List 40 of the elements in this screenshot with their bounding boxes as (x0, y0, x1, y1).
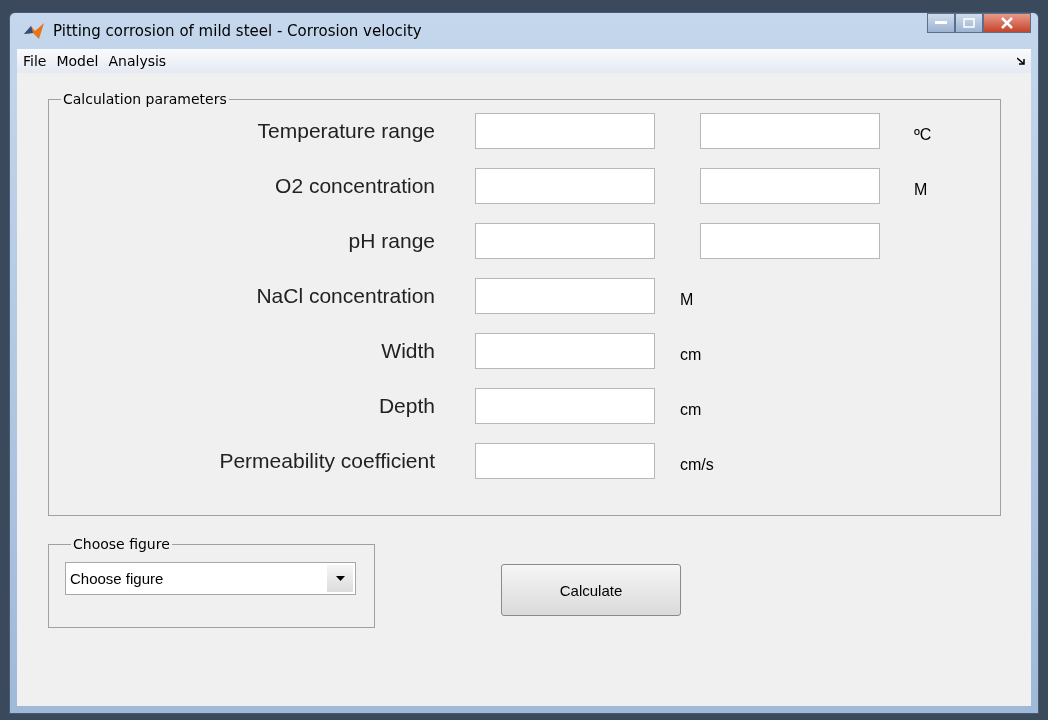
unit-label: cm (680, 345, 702, 365)
input-field[interactable] (475, 278, 655, 314)
window-title: Pitting corrosion of mild steel - Corrosion velocity (53, 22, 422, 40)
maximize-icon (963, 18, 975, 28)
close-icon (1000, 17, 1014, 29)
panel-title: Choose figure (72, 536, 171, 552)
input-field[interactable] (700, 168, 880, 204)
menu-item[interactable]: File (23, 53, 47, 69)
unit-label: M (680, 290, 694, 310)
field-label: Temperature range (256, 119, 436, 143)
menu-item[interactable]: Model (56, 53, 99, 69)
field-label: Depth (377, 394, 436, 418)
field-label: Permeability coefficient (218, 449, 436, 473)
figure-dropdown[interactable]: Choose figure (65, 562, 356, 595)
panel-title: Calculation parameters (62, 91, 228, 107)
minimize-button[interactable] (927, 13, 955, 33)
dropdown-arrow-icon (335, 576, 345, 581)
close-button[interactable] (983, 13, 1031, 33)
input-field[interactable] (475, 443, 655, 479)
maximize-button[interactable] (955, 13, 983, 33)
unit-label: M (914, 180, 928, 200)
unit-label: cm (680, 400, 702, 420)
field-label: NaCl concentration (255, 284, 436, 308)
minimize-icon (935, 21, 947, 25)
input-field[interactable] (700, 113, 880, 149)
unit-label: ºC (914, 125, 932, 145)
input-field[interactable] (475, 223, 655, 259)
input-field[interactable] (475, 113, 655, 149)
input-field[interactable] (475, 333, 655, 369)
dock-arrow-icon[interactable] (1017, 57, 1025, 65)
unit-label: cm/s (680, 455, 714, 475)
input-field[interactable] (700, 223, 880, 259)
field-label: pH range (347, 229, 436, 253)
menu-item[interactable]: Analysis (108, 53, 167, 69)
field-label: Width (380, 339, 436, 363)
calculate-button[interactable]: Calculate (501, 564, 681, 616)
app-icon (23, 22, 45, 40)
field-label: O2 concentration (274, 174, 436, 198)
input-field[interactable] (475, 388, 655, 424)
input-field[interactable] (475, 168, 655, 204)
